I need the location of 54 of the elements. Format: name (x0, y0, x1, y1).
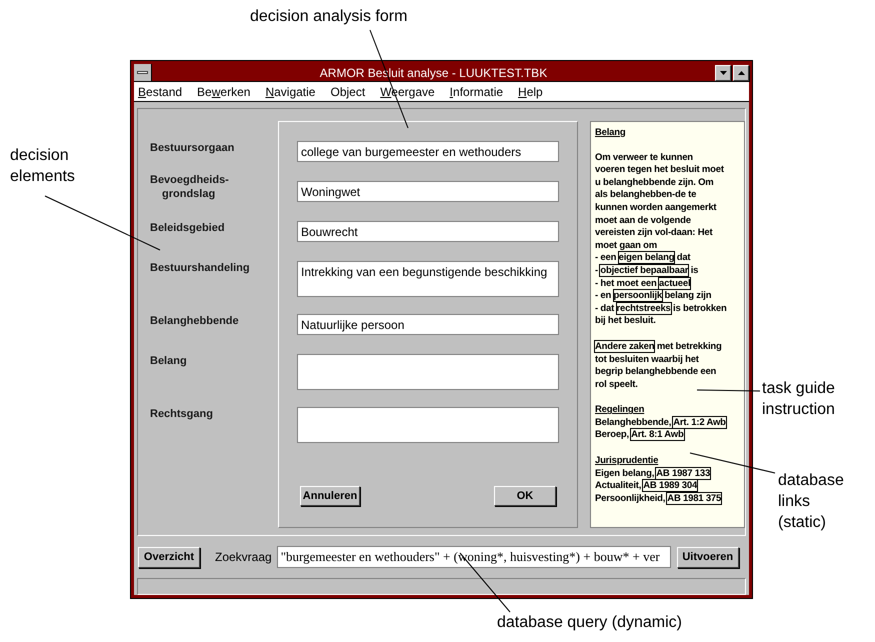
field-label: Beleidsgebied (150, 221, 225, 235)
up-arrow-icon (738, 70, 744, 74)
form-field[interactable]: Intrekking van een begunstigende beschikking (297, 261, 559, 297)
form-field[interactable]: Bouwrecht (297, 221, 559, 242)
system-menu-button[interactable] (134, 64, 152, 81)
guide-heading: Jurisprudentie (595, 455, 658, 468)
annotation-label: decision analysis form (250, 7, 408, 27)
guide-paragraph: Eigen belang, AB 1987 133 Actualiteit, AB 1989 304 Persoonlijkheid, AB 1981 375 (595, 468, 722, 506)
database-link[interactable]: Art. 8:1 Awb (631, 429, 684, 440)
database-link[interactable]: rechtstreeks (616, 302, 671, 314)
guide-paragraph: Om verweer te kunnen voeren tegen het besluit moet u belanghebbende zijn. Om als belanghebben-de te kunnen worden aangemerkt moet aan de volgende vereisten zijn vol-daan: Het moet gaan om - een eigen belang dat - objectief bepaalbaar is - het moet een actueel - en persoonlijk belang zijn - dat rechtstreeks is betrokken bij het besluit. (595, 152, 727, 328)
menu-item[interactable]: Bestand (137, 82, 184, 100)
field-label: Bevoegdheids- grondslag (150, 173, 229, 201)
window-title: ARMOR Besluit analyse - LUUKTEST.TBK (318, 64, 548, 82)
query-label: Zoekvraag (215, 549, 272, 566)
field-label: Rechtsgang (150, 407, 213, 421)
guide-paragraph: Andere zaken met betrekking tot besluiten waarbij het begrip belanghebbende een rol speelt. (595, 340, 722, 392)
guide-paragraph: Belanghebbende, Art. 1:2 Awb Beroep, Art. 8:1 Awb (595, 416, 726, 442)
database-link[interactable]: AB 1989 304 (643, 480, 698, 492)
minimize-button[interactable] (715, 64, 731, 80)
database-link[interactable]: objectief bepaalbaar (600, 264, 688, 276)
menu-item[interactable]: Object (329, 82, 366, 100)
ok-button[interactable]: OK (494, 486, 556, 506)
maximize-button[interactable] (733, 64, 749, 80)
annotation-label: task guide instruction (762, 379, 835, 420)
cancel-button[interactable]: Annuleren (300, 486, 360, 506)
database-link[interactable]: AB 1981 375 (667, 492, 722, 504)
annotation-label: decision elements (10, 146, 75, 187)
database-link[interactable]: eigen belang (618, 252, 674, 264)
form-field[interactable] (297, 407, 559, 443)
field-label: Belanghebbende (150, 314, 239, 328)
field-label: Bestuursorgaan (150, 141, 234, 155)
field-label: Belang (150, 354, 187, 368)
database-link[interactable]: AB 1987 133 (656, 468, 710, 479)
database-link[interactable]: Art. 1:2 Awb (673, 416, 726, 428)
database-link[interactable]: actueel (659, 278, 690, 289)
database-link[interactable]: persoonlijk (614, 290, 662, 302)
down-arrow-icon (720, 70, 726, 74)
form-field[interactable]: college van burgemeester en wethouders (297, 141, 559, 162)
menu-item[interactable]: Navigatie (264, 82, 316, 100)
guide-heading: Belang (595, 127, 626, 140)
menu-item[interactable]: Help (517, 82, 544, 100)
form-field[interactable]: Natuurlijke persoon (297, 314, 559, 335)
form-field[interactable] (297, 354, 559, 390)
annotation-label: database links (static) (778, 471, 844, 533)
run-button[interactable]: Uitvoeren (676, 546, 739, 568)
guide-heading: Regelingen (595, 404, 644, 417)
field-label: Bestuurshandeling (150, 261, 250, 275)
annotation-label: database query (dynamic) (497, 613, 682, 633)
form-field[interactable]: Woningwet (297, 181, 559, 202)
menu-item[interactable]: Bewerken (196, 82, 252, 100)
overview-button[interactable]: Overzicht (138, 546, 200, 568)
database-link[interactable]: Andere zaken (595, 340, 654, 352)
menu-item[interactable]: Informatie (448, 82, 504, 100)
